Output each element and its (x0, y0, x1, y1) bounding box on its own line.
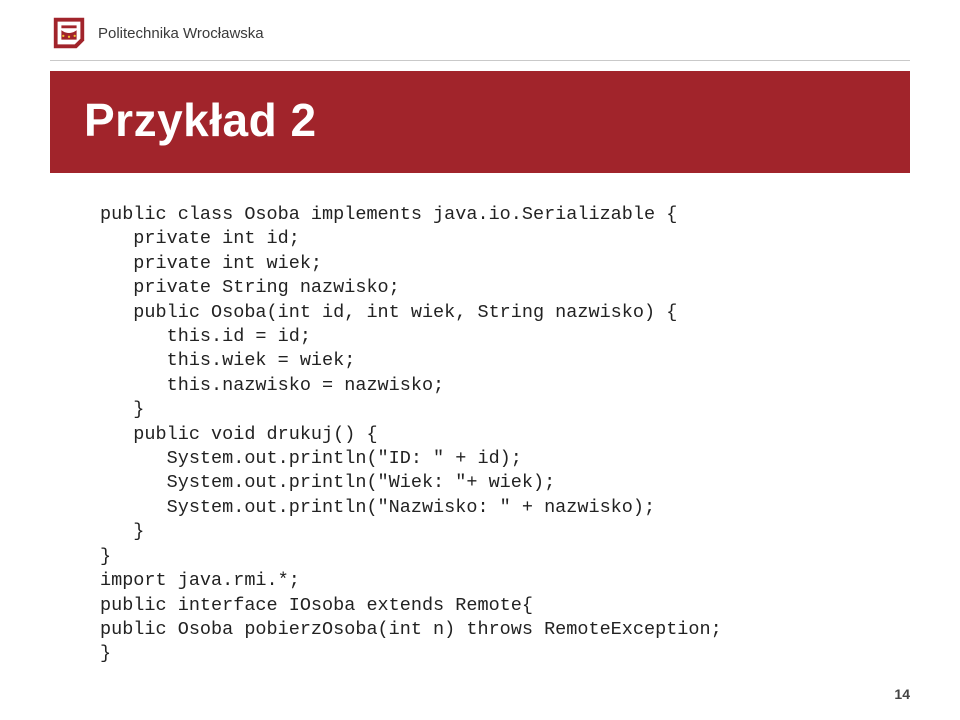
university-name: Politechnika Wrocławska (98, 25, 264, 42)
header-divider (50, 60, 910, 61)
slide-header: Politechnika Wrocławska (0, 0, 960, 60)
slide-title: Przykład 2 (50, 71, 910, 173)
university-logo-icon (50, 14, 88, 52)
code-listing: public class Osoba implements java.io.Se… (0, 173, 960, 667)
page-number: 14 (894, 686, 910, 702)
